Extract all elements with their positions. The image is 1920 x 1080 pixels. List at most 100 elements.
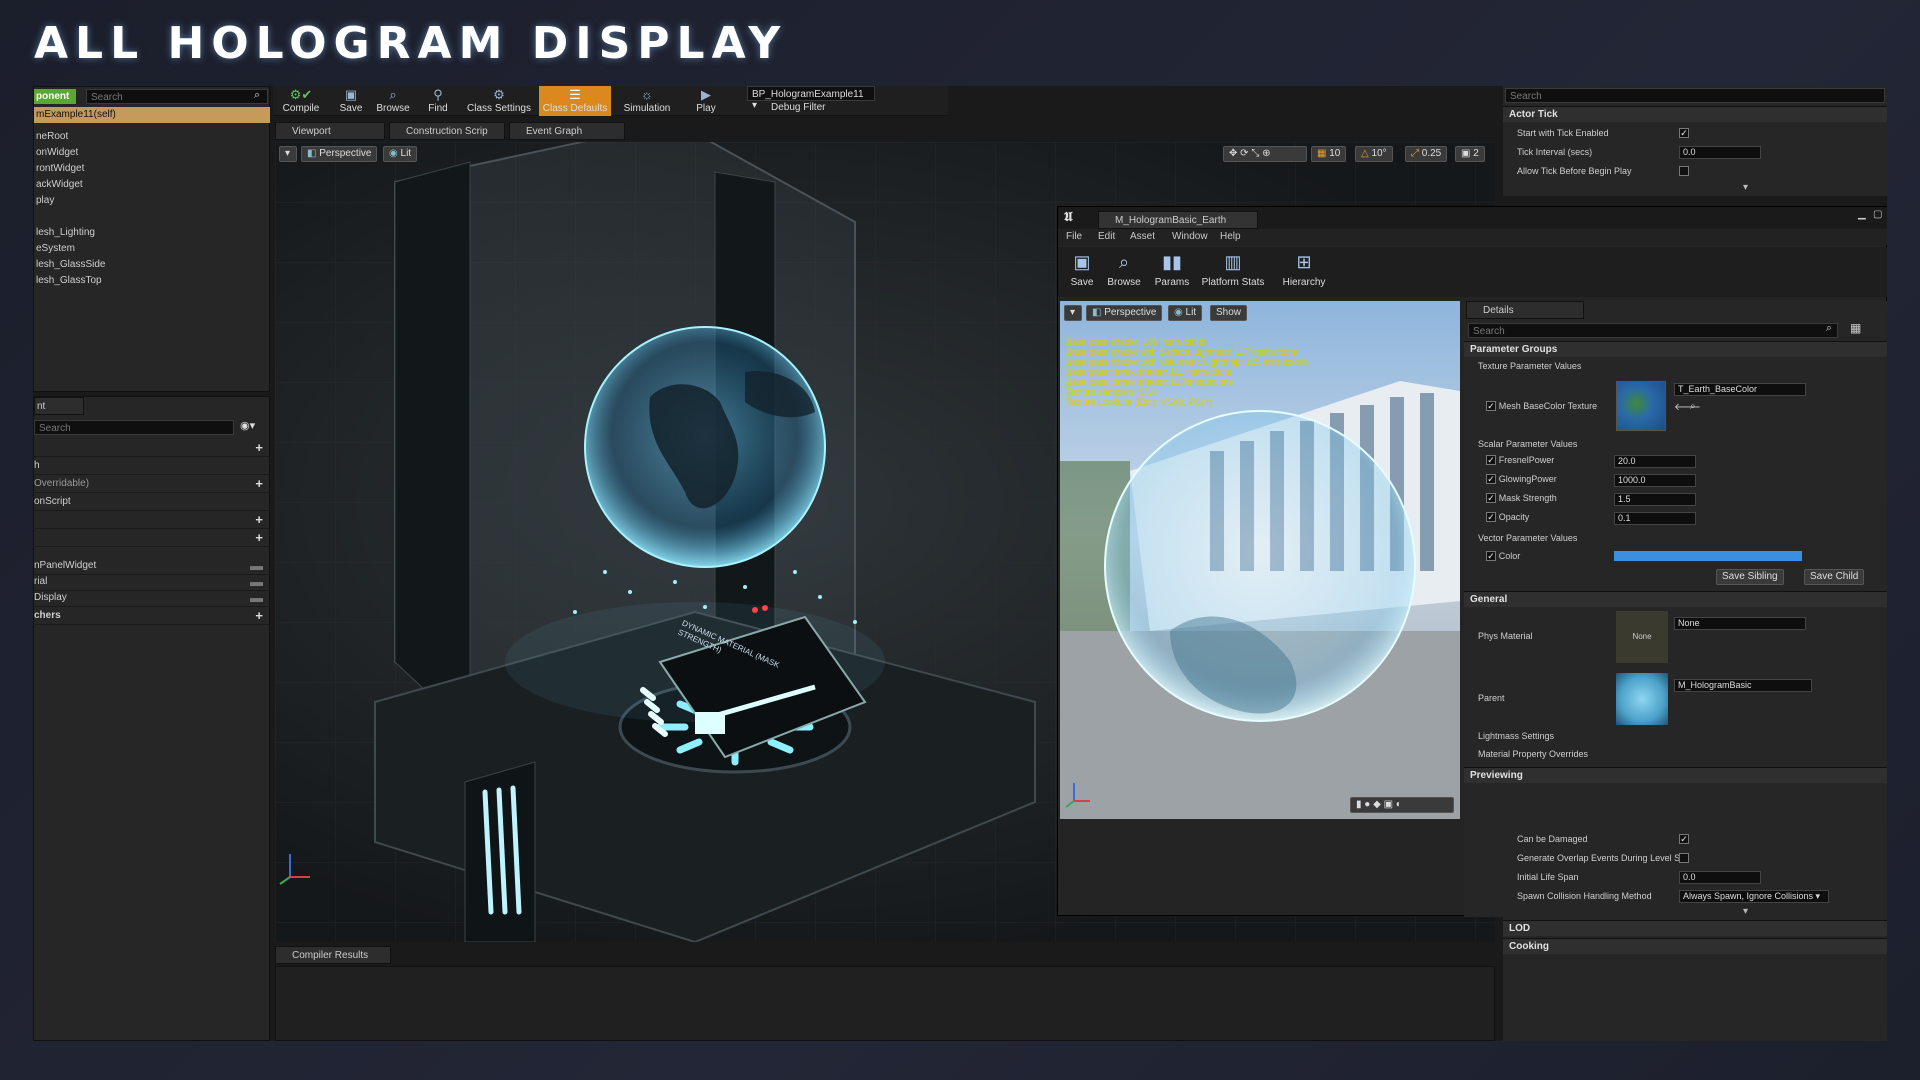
maximize-icon[interactable]: ▢ [1873, 209, 1882, 220]
minus-icon[interactable]: ▬ [250, 559, 263, 573]
opacity-checkbox[interactable]: ✓ [1486, 512, 1496, 523]
simulation-button[interactable]: ☼ Simulation [617, 86, 677, 116]
expand-icon[interactable]: ▾ [1743, 182, 1748, 193]
scale-snap-button[interactable]: ⤢ 0.25 [1405, 146, 1448, 162]
use-asset-arrow-icon[interactable]: 🡐 [1674, 401, 1701, 413]
compile-button[interactable]: ⚙✔ Compile [273, 86, 329, 116]
material-preview-viewport[interactable]: ▾ ◧ Perspective ◉ Lit Show Base pass sha… [1060, 301, 1460, 819]
scalar-params-label[interactable]: Scalar Parameter Values [1478, 439, 1577, 449]
component-item[interactable]: onWidget [34, 145, 270, 161]
tab-event-graph[interactable]: Event Graph [509, 122, 625, 140]
expand-icon[interactable]: ▾ [1743, 906, 1748, 917]
class-defaults-button[interactable]: ☰ Class Defaults [539, 86, 611, 116]
component-item[interactable]: neRoot [34, 129, 270, 145]
camera-speed-button[interactable]: ▣ 2 [1455, 146, 1485, 162]
component-item[interactable]: rontWidget [34, 161, 270, 177]
material-save-button[interactable]: ▣ Save [1064, 247, 1100, 295]
save-button[interactable]: ▣ Save [331, 86, 371, 116]
earth-texture-thumbnail[interactable] [1616, 381, 1666, 431]
component-item[interactable]: play [34, 193, 270, 209]
component-item[interactable]: lesh_Lighting [34, 225, 270, 241]
debug-object-select[interactable]: BP_HologramExample11 ▾ [747, 86, 875, 111]
menu-file[interactable]: File [1066, 229, 1082, 245]
preview-options-button[interactable]: ▾ [1064, 305, 1082, 321]
minus-icon[interactable]: ▬ [250, 591, 263, 605]
glowing-value[interactable]: 1000.0 [1614, 474, 1696, 487]
material-browse-button[interactable]: ⌕ Browse [1104, 247, 1144, 295]
lightmass-settings-row[interactable]: Lightmass Settings [1478, 731, 1554, 741]
parent-select[interactable]: M_HologramBasic [1674, 679, 1812, 692]
preview-shape-buttons[interactable]: ▮ ● ◆ ▣ ◐ [1350, 797, 1454, 813]
add-component-button[interactable]: ponent ▾ [34, 89, 76, 117]
component-item[interactable]: lesh_GlassTop [34, 273, 270, 289]
actor-tick-header[interactable]: Actor Tick [1503, 106, 1887, 122]
texture-params-label[interactable]: Texture Parameter Values [1478, 361, 1581, 371]
can-be-damaged-checkbox[interactable]: ✓ [1679, 834, 1689, 844]
details-search-input[interactable]: Search [1468, 323, 1838, 338]
phys-material-select[interactable]: None [1674, 617, 1806, 630]
add-icon[interactable]: + [255, 477, 263, 491]
spawn-collision-select[interactable]: Always Spawn, Ignore Collisions ▾ [1679, 890, 1829, 903]
texture-select[interactable]: T_Earth_BaseColor [1674, 383, 1806, 396]
mask-strength-value[interactable]: 1.5 [1614, 493, 1696, 506]
eye-icon[interactable]: ◉▾ [240, 419, 255, 432]
component-self[interactable]: mExample11(self) [34, 107, 270, 123]
cooking-header[interactable]: Cooking [1503, 938, 1887, 954]
class-settings-button[interactable]: ⚙ Class Settings [463, 86, 535, 116]
component-item[interactable]: ackWidget [34, 177, 270, 193]
vector-params-label[interactable]: Vector Parameter Values [1478, 533, 1577, 543]
rotation-snap-button[interactable]: △ 10° [1355, 146, 1393, 162]
preview-show-button[interactable]: Show [1210, 305, 1248, 321]
color-swatch[interactable] [1614, 551, 1802, 561]
grid-snap-button[interactable]: ▦ 10 [1311, 146, 1347, 162]
hierarchy-button[interactable]: ⊞ Hierarchy [1276, 247, 1332, 295]
menu-window[interactable]: Window [1172, 229, 1208, 245]
viewport-options-button[interactable]: ▾ [279, 146, 297, 162]
fresnel-value[interactable]: 20.0 [1614, 455, 1696, 468]
preview-perspective-button[interactable]: ◧ Perspective [1086, 305, 1163, 321]
mask-strength-checkbox[interactable]: ✓ [1486, 493, 1496, 504]
parent-thumbnail[interactable] [1616, 673, 1668, 725]
tab-material[interactable]: M_HologramBasic_Earth [1098, 211, 1258, 229]
color-checkbox[interactable]: ✓ [1486, 551, 1496, 562]
save-sibling-button[interactable]: Save Sibling [1716, 569, 1784, 585]
blueprint-search-input[interactable]: Search [34, 420, 234, 435]
menu-edit[interactable]: Edit [1098, 229, 1115, 245]
general-header[interactable]: General [1464, 591, 1887, 607]
component-item[interactable] [34, 209, 270, 225]
component-item[interactable]: eSystem [34, 241, 270, 257]
add-icon[interactable]: + [255, 513, 263, 527]
menu-asset[interactable]: Asset [1130, 229, 1155, 245]
platform-stats-button[interactable]: ▥ Platform Stats [1198, 247, 1268, 295]
components-search-input[interactable]: Search [86, 89, 268, 104]
fresnel-checkbox[interactable]: ✓ [1486, 455, 1496, 466]
material-property-overrides-row[interactable]: Material Property Overrides [1478, 749, 1588, 759]
tab-details[interactable]: Details [1466, 301, 1584, 319]
save-child-button[interactable]: Save Child [1804, 569, 1865, 585]
glowing-checkbox[interactable]: ✓ [1486, 474, 1496, 485]
parameter-groups-header[interactable]: Parameter Groups [1464, 341, 1887, 357]
phys-material-thumbnail[interactable]: None [1616, 611, 1668, 663]
minimize-icon[interactable]: ▁ [1858, 209, 1866, 220]
blueprint-row[interactable]: Overridable) + [34, 475, 269, 493]
tick-interval-value[interactable]: 0.0 [1679, 146, 1761, 159]
lit-button[interactable]: ◉ Lit [383, 146, 418, 162]
blueprint-row[interactable]: h [34, 457, 269, 475]
tab-viewport[interactable]: Viewport [275, 122, 385, 140]
minus-icon[interactable]: ▬ [250, 575, 263, 589]
start-tick-checkbox[interactable]: ✓ [1679, 128, 1689, 138]
add-icon[interactable]: + [255, 609, 263, 623]
class-defaults-search-input[interactable]: Search [1505, 88, 1885, 103]
browse-asset-icon[interactable]: ⌕ [1690, 401, 1696, 412]
allow-tick-checkbox[interactable] [1679, 166, 1689, 176]
params-button[interactable]: ▮▮ Params [1152, 247, 1192, 295]
perspective-button[interactable]: ◧ Perspective [301, 146, 378, 162]
blueprint-row[interactable]: chers + [34, 607, 269, 625]
tab-compiler-results[interactable]: Compiler Results [275, 946, 391, 964]
overlap-events-checkbox[interactable] [1679, 853, 1689, 863]
transform-tools[interactable]: ✥ ⟳ ⤡ ⊕ [1223, 146, 1307, 162]
tab-my-blueprint[interactable]: nt [34, 397, 84, 415]
view-options-icon[interactable]: ▦ [1850, 321, 1861, 335]
previewing-header[interactable]: Previewing [1464, 767, 1887, 783]
lod-header[interactable]: LOD [1503, 920, 1887, 936]
